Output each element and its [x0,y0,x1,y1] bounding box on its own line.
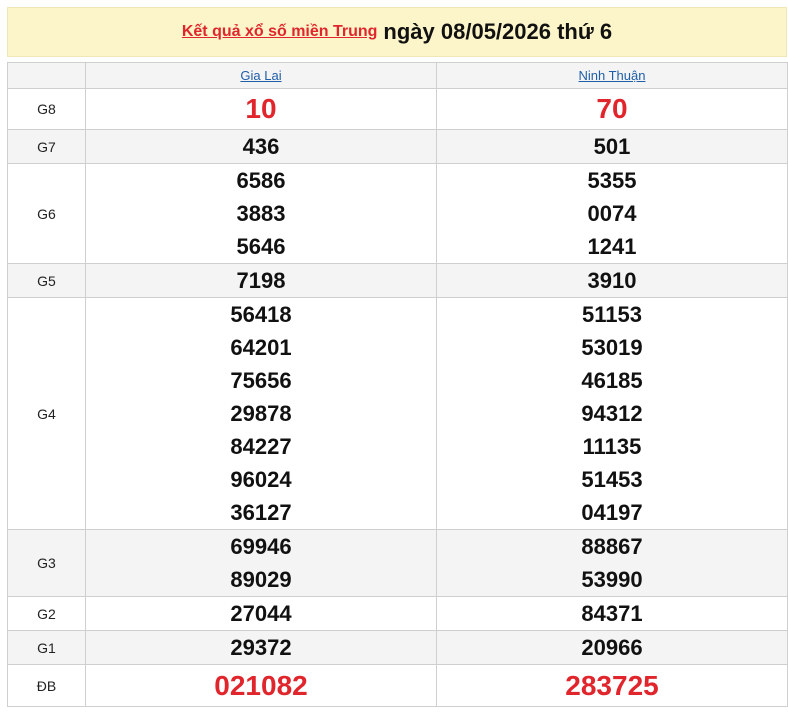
prize-cell: 021082 [85,664,437,707]
prize-number: 56418 [230,302,292,327]
prize-number: 89029 [230,567,292,592]
prize-row-g6: G6 6586 3883 5646 5355 0074 1241 [7,163,788,264]
province-header: Ninh Thuận [436,62,788,89]
prize-number: 0074 [587,201,637,226]
prize-cell: 88867 53990 [436,529,788,597]
prize-number: 501 [593,134,631,159]
prize-cell: 84371 [436,596,788,631]
prize-label: G2 [7,596,86,631]
prize-label: G8 [7,88,86,130]
prize-row-g4: G4 56418 64201 75656 29878 84227 96024 3… [7,297,788,530]
prize-label: G5 [7,263,86,298]
prize-cell: 27044 [85,596,437,631]
prize-label: G4 [7,297,86,530]
prize-number: 7198 [236,268,286,293]
province-link-ninh-thuan[interactable]: Ninh Thuận [579,68,646,83]
prize-number: 51153 [582,302,642,327]
prize-number: 29372 [230,635,292,660]
prize-cell: 7198 [85,263,437,298]
prize-cell: 20966 [436,630,788,665]
prize-number: 11135 [582,434,642,459]
prize-number: 75656 [230,368,292,393]
prize-number: 36127 [230,500,292,525]
prize-number: 96024 [230,467,292,492]
prize-label: G6 [7,163,86,264]
prize-row-g7: G7 436 501 [7,129,788,164]
prize-number: 46185 [581,368,643,393]
prize-number: 3910 [587,268,637,293]
results-table: Gia Lai Ninh Thuận G8 10 70 G7 436 501 G… [7,62,788,707]
region-results-link[interactable]: Kết quả xổ số miền Trung [182,23,378,41]
prize-label: ĐB [7,664,86,707]
prize-row-special: ĐB 021082 283725 [7,664,788,707]
prize-number: 3883 [236,201,286,226]
prize-number: 64201 [230,335,292,360]
prize-label: G3 [7,529,86,597]
province-link-gia-lai[interactable]: Gia Lai [240,68,281,83]
prize-number: 1241 [587,234,637,259]
prize-cell: 501 [436,129,788,164]
prize-number: 04197 [581,500,643,525]
prize-number: 51453 [581,467,643,492]
prize-cell: 29372 [85,630,437,665]
prize-cell: 51153 53019 46185 94312 11135 51453 0419… [436,297,788,530]
prize-row-g3: G3 69946 89029 88867 53990 [7,529,788,597]
results-title-bar: Kết quả xổ số miền Trung ngày 08/05/2026… [7,7,787,57]
prize-number: 70 [596,93,628,124]
prize-number: 29878 [230,401,292,426]
prize-number: 5355 [587,168,637,193]
prize-number: 20966 [581,635,643,660]
province-header: Gia Lai [85,62,437,89]
prize-row-g2: G2 27044 84371 [7,596,788,631]
special-prize-number: 283725 [565,669,659,701]
prize-cell: 283725 [436,664,788,707]
special-prize-number: 021082 [214,669,308,701]
prize-cell: 70 [436,88,788,130]
prize-number: 69946 [230,534,292,559]
prize-number: 6586 [236,168,286,193]
prize-number: 53990 [581,567,643,592]
prize-number: 88867 [581,534,643,559]
results-date-title: ngày 08/05/2026 thứ 6 [383,19,613,44]
table-header-row: Gia Lai Ninh Thuận [7,62,788,89]
prize-number: 5646 [236,234,286,259]
prize-cell: 5355 0074 1241 [436,163,788,264]
prize-row-g1: G1 29372 20966 [7,630,788,665]
prize-label: G1 [7,630,86,665]
prize-cell: 10 [85,88,437,130]
prize-row-g8: G8 10 70 [7,88,788,130]
prize-number: 10 [245,93,277,124]
prize-cell: 436 [85,129,437,164]
prize-cell: 3910 [436,263,788,298]
prize-cell: 6586 3883 5646 [85,163,437,264]
prize-cell: 56418 64201 75656 29878 84227 96024 3612… [85,297,437,530]
prize-number: 436 [242,134,280,159]
prize-cell: 69946 89029 [85,529,437,597]
prize-number: 53019 [581,335,643,360]
prize-number: 27044 [230,601,292,626]
prize-number: 84227 [230,434,292,459]
prize-label: G7 [7,129,86,164]
prize-number: 84371 [581,601,643,626]
prize-row-g5: G5 7198 3910 [7,263,788,298]
results-container: Kết quả xổ số miền Trung ngày 08/05/2026… [7,7,788,707]
header-empty-cell [7,62,86,89]
prize-number: 94312 [581,401,643,426]
